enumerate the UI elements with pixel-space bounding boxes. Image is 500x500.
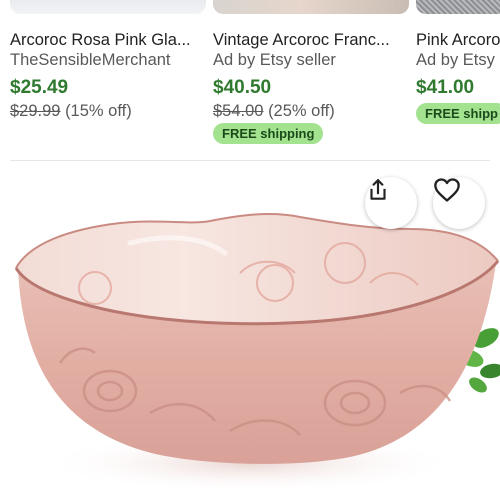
favorite-button[interactable] xyxy=(433,177,485,229)
listing-card[interactable]: Pink Arcoroc Ad by Etsy $41.00 FREE ship… xyxy=(416,0,500,162)
free-shipping-badge: FREE shipping xyxy=(213,123,324,144)
listing-discount: (25% off) xyxy=(268,102,335,120)
listing-thumbnail[interactable] xyxy=(10,0,206,14)
free-shipping-badge: FREE shipp xyxy=(416,103,500,124)
listing-price: $40.50 xyxy=(213,77,272,98)
listing-thumbnail[interactable] xyxy=(416,0,500,14)
listing-discount: (15% off) xyxy=(65,102,132,120)
recommendation-strip: Arcoroc Rosa Pink Gla... TheSensibleMerc… xyxy=(0,0,500,162)
share-icon xyxy=(370,179,386,200)
pink-glass-bowl-photo xyxy=(14,213,500,493)
listing-original-price-row: $54.00 (25% off) xyxy=(213,102,335,121)
listing-original-price: $54.00 xyxy=(213,102,264,120)
listing-original-price-row: $29.99 (15% off) xyxy=(10,102,132,121)
share-button[interactable] xyxy=(365,177,417,229)
listing-thumbnail[interactable] xyxy=(213,0,409,14)
listing-card[interactable]: Arcoroc Rosa Pink Gla... TheSensibleMerc… xyxy=(10,0,206,162)
listing-price: $41.00 xyxy=(416,77,475,98)
divider xyxy=(10,160,490,161)
listing-card[interactable]: Vintage Arcoroc Franc... Ad by Etsy sell… xyxy=(213,0,409,162)
listing-title[interactable]: Arcoroc Rosa Pink Gla... xyxy=(10,31,210,50)
listing-seller: Ad by Etsy seller xyxy=(213,51,336,69)
heart-outline-icon xyxy=(434,178,460,202)
listing-price: $25.49 xyxy=(10,77,69,98)
product-image[interactable] xyxy=(0,163,500,500)
listing-seller: TheSensibleMerchant xyxy=(10,51,171,69)
listing-title[interactable]: Pink Arcoroc xyxy=(416,31,500,50)
listing-seller: Ad by Etsy xyxy=(416,51,495,69)
listing-title[interactable]: Vintage Arcoroc Franc... xyxy=(213,31,413,50)
listing-original-price: $29.99 xyxy=(10,102,61,120)
